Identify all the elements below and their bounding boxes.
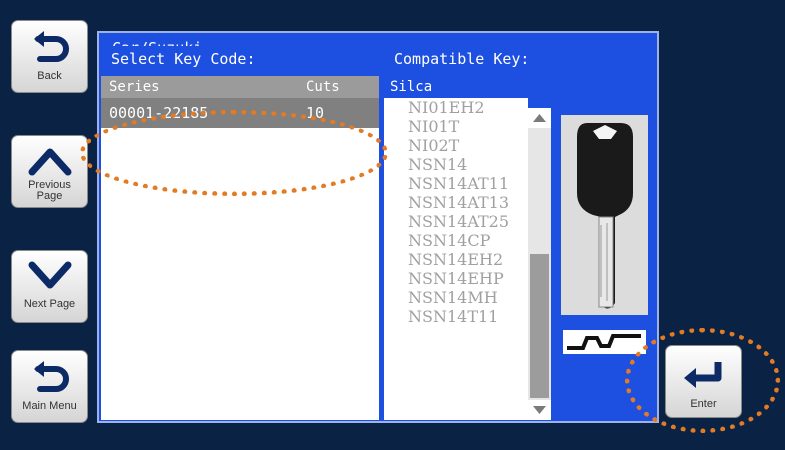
cut-profile-image [563, 330, 646, 354]
scrollbar[interactable] [528, 108, 551, 420]
scroll-up-button[interactable] [528, 108, 551, 128]
compatible-key-list[interactable]: Silca NI01EH2 NI01T NI02T NSN14 NSN14AT1… [384, 76, 528, 420]
cuts-column-header: Cuts [306, 79, 340, 95]
list-item[interactable]: NSN14AT11 [384, 174, 528, 193]
list-item[interactable]: NSN14 [384, 155, 528, 174]
list-item[interactable]: NI02T [384, 136, 528, 155]
chevron-down-icon [28, 261, 71, 289]
brand-label: Silca [384, 76, 528, 98]
list-item[interactable]: NI01EH2 [384, 98, 528, 117]
main-menu-label: Main Menu [22, 400, 77, 412]
back-label: Back [37, 70, 62, 82]
list-item[interactable]: NSN14EHP [384, 269, 528, 288]
list-item[interactable]: NSN14T11 [384, 307, 528, 326]
key-code-column-header: Series Cuts [101, 76, 379, 98]
list-item[interactable]: NSN14CP [384, 231, 528, 250]
scroll-up-arrow-icon [533, 114, 546, 122]
previous-page-button[interactable]: Previous Page [11, 135, 88, 208]
list-item[interactable]: NSN14MH [384, 288, 528, 307]
series-column-header: Series [109, 79, 160, 95]
main-menu-arrow-icon [33, 361, 69, 392]
compatible-key-header: Compatible Key: [384, 46, 656, 73]
chevron-up-icon [28, 148, 71, 176]
list-item[interactable]: NSN14AT25 [384, 212, 528, 231]
next-page-button[interactable]: Next Page [11, 250, 88, 323]
scroll-thumb[interactable] [530, 254, 549, 398]
key-blank-icon [577, 123, 633, 309]
previous-page-label: Previous Page [28, 179, 71, 202]
list-item[interactable]: NSN14AT13 [384, 193, 528, 212]
key-image [561, 115, 648, 315]
list-item[interactable]: NI01T [384, 117, 528, 136]
back-button[interactable]: Back [11, 20, 88, 93]
cut-profile-icon [567, 334, 641, 350]
enter-highlight-annotation [625, 328, 780, 433]
row-highlight-annotation [80, 110, 388, 196]
select-key-code-header: Select Key Code: [101, 46, 379, 73]
next-page-label: Next Page [23, 298, 76, 310]
back-arrow-icon [33, 31, 69, 62]
list-item[interactable]: NSN14EH2 [384, 250, 528, 269]
main-menu-button[interactable]: Main Menu [11, 350, 88, 423]
scroll-down-arrow-icon [533, 406, 546, 414]
scroll-down-button[interactable] [528, 400, 551, 420]
